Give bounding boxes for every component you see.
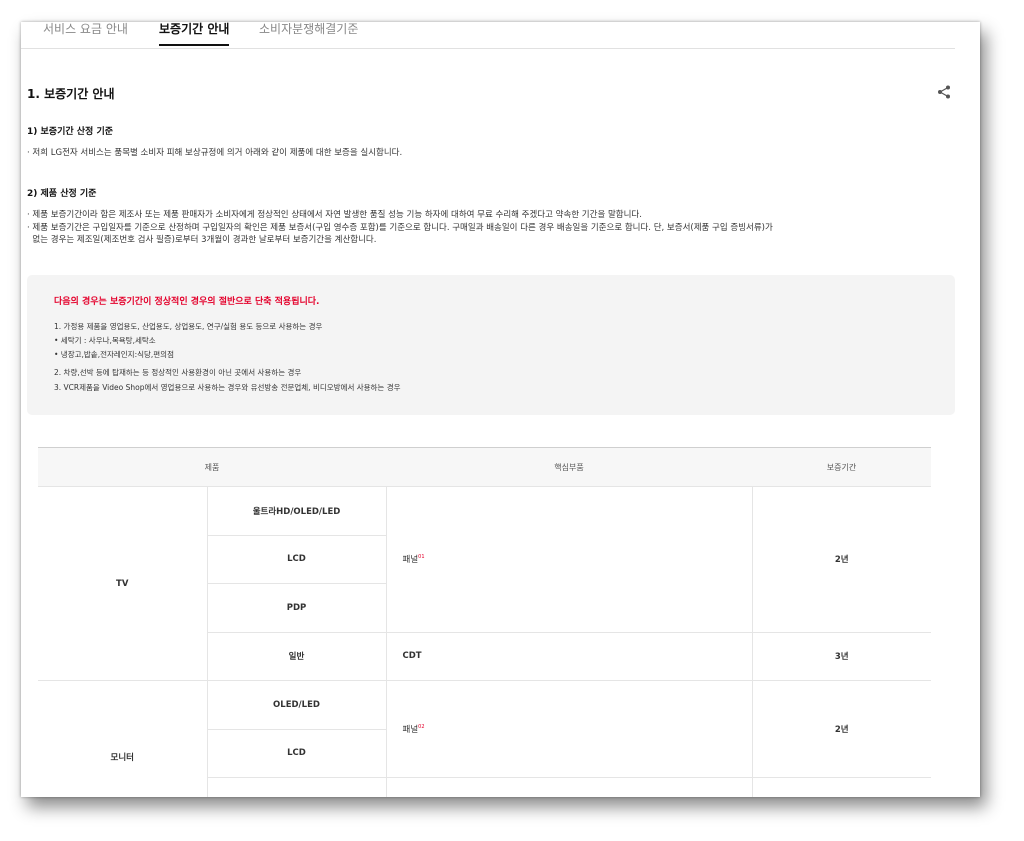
model-cell: OLED/LED bbox=[206, 680, 386, 729]
notice-item: • 세탁기 : 사우나,목욕탕,세탁소 bbox=[54, 336, 156, 345]
table-row: TV 울트라HD/OLED/LED 패널01 2년 bbox=[38, 486, 931, 681]
period-cell: 3년 bbox=[751, 631, 931, 681]
section-title: 1. 보증기간 안내 bbox=[27, 87, 115, 101]
notice-box: 다음의 경우는 보증기간이 정상적인 경우의 절반으로 단축 적용됩니다. 1.… bbox=[27, 275, 955, 415]
period-cell bbox=[751, 777, 931, 797]
tab-warranty[interactable]: 보증기간 안내 bbox=[159, 22, 230, 46]
model-cell: 울트라HD/OLED/LED bbox=[206, 486, 386, 535]
footnote-marker[interactable]: 01 bbox=[418, 554, 424, 560]
subsection-title-product: 2) 제품 산정 기준 bbox=[27, 189, 97, 199]
notice-item: 1. 가정용 제품을 영업용도, 산업용도, 상업용도, 연구/실험 용도 등으… bbox=[54, 322, 323, 331]
warranty-table: 제품 핵심부품 보증기간 TV 울트라HD/OLED/LED 패널01 2년 L… bbox=[38, 447, 931, 797]
header-product: 제품 bbox=[38, 447, 386, 487]
header-core-part: 핵심부품 bbox=[386, 447, 752, 487]
notice-title: 다음의 경우는 보증기간이 정상적인 경우의 절반으로 단축 적용됩니다. bbox=[54, 297, 320, 307]
page-frame: 서비스 요금 안내 보증기간 안내 소비자분쟁해결기준 1. 보증기간 안내 1… bbox=[21, 22, 980, 797]
core-part-label: 패널 bbox=[402, 555, 419, 566]
footnote-marker[interactable]: 02 bbox=[418, 724, 424, 730]
core-part-label: 패널 bbox=[402, 725, 419, 735]
product-text-3: 없는 경우는 제조일(제조번호 검사 필증)로부터 3개월이 경과한 날로부터 … bbox=[27, 235, 377, 245]
table-row: 모니터 OLED/LED 패널02 2년 bbox=[38, 680, 931, 797]
criteria-text: · 저희 LG전자 서비스는 품목별 소비자 피해 보상규정에 의거 아래와 같… bbox=[27, 148, 403, 158]
core-part-cell: 패널01 bbox=[385, 486, 752, 632]
period-cell: 2년 bbox=[751, 680, 931, 778]
model-cell: PDP bbox=[206, 583, 386, 632]
notice-item: 2. 차량,선박 등에 탑재하는 등 정상적인 사용환경이 아닌 곳에서 사용하… bbox=[54, 368, 302, 377]
product-text-1: · 제품 보증기간이라 함은 제조사 또는 제품 판매자가 소비자에게 정상적인… bbox=[27, 210, 642, 220]
model-cell: LCD bbox=[206, 728, 386, 778]
tab-dispute-standard[interactable]: 소비자분쟁해결기준 bbox=[259, 22, 358, 36]
category-tv: TV bbox=[38, 486, 207, 681]
tab-service-fee[interactable]: 서비스 요금 안내 bbox=[43, 22, 128, 36]
notice-item: • 냉장고,밥솥,전자레인지:식당,편의점 bbox=[54, 350, 174, 359]
model-cell bbox=[206, 777, 386, 797]
header-warranty-period: 보증기간 bbox=[752, 447, 931, 487]
table-header-row: 제품 핵심부품 보증기간 bbox=[38, 447, 931, 487]
model-cell: 일반 bbox=[206, 631, 386, 681]
core-part-cell: CDT bbox=[385, 631, 752, 681]
share-icon[interactable] bbox=[937, 85, 951, 99]
model-cell: LCD bbox=[206, 534, 386, 584]
tab-bar: 서비스 요금 안내 보증기간 안내 소비자분쟁해결기준 bbox=[21, 22, 955, 49]
category-monitor: 모니터 bbox=[38, 680, 207, 797]
notice-item: 3. VCR제품을 Video Shop에서 영업용으로 사용하는 경우와 유선… bbox=[54, 383, 401, 392]
product-text-2: · 제품 보증기간은 구입일자를 기준으로 산정하며 구입일자의 확인은 제품 … bbox=[27, 223, 773, 233]
period-cell: 2년 bbox=[751, 486, 931, 632]
subsection-title-criteria: 1) 보증기간 산정 기준 bbox=[27, 127, 114, 137]
core-part-cell: 패널02 bbox=[385, 680, 752, 778]
core-part-cell bbox=[385, 777, 752, 797]
